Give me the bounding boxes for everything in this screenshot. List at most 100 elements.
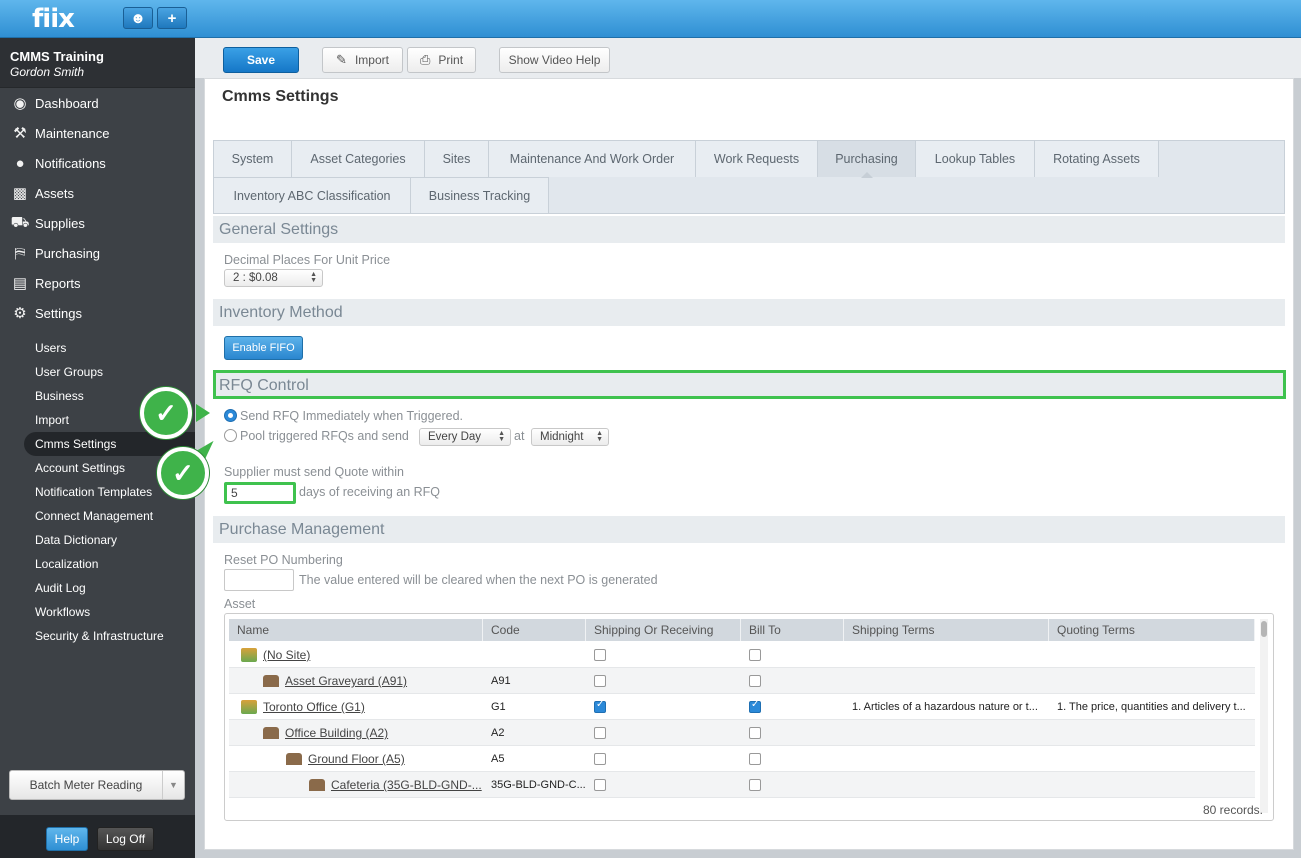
at-label: at xyxy=(514,429,525,443)
nav-reports[interactable]: ▤ Reports xyxy=(0,268,195,298)
row-name[interactable]: Asset Graveyard (A91) xyxy=(285,674,407,688)
shipping-checkbox[interactable] xyxy=(594,699,606,713)
app-logo[interactable]: fiix xyxy=(32,4,75,34)
col-code[interactable]: Code xyxy=(483,619,586,641)
tab-inventory-abc-classification[interactable]: Inventory ABC Classification xyxy=(214,177,411,213)
truck-icon: ⛟ xyxy=(10,213,30,231)
bill-to-checkbox[interactable] xyxy=(749,649,761,661)
reset-po-input[interactable] xyxy=(224,569,294,591)
inventory-method-heading: Inventory Method xyxy=(213,299,1285,326)
nav-purchasing[interactable]: ⛿ Purchasing xyxy=(0,238,195,268)
bill-to-checkbox[interactable] xyxy=(749,675,761,687)
batch-meter-reading-button[interactable]: Batch Meter Reading ▼ xyxy=(9,770,185,800)
col-shipping-or-receiving[interactable]: Shipping Or Receiving xyxy=(586,619,741,641)
nav-maintenance[interactable]: ⚒ Maintenance xyxy=(0,118,195,148)
pool-rfq-radio[interactable] xyxy=(224,429,237,442)
col-shipping-terms[interactable]: Shipping Terms xyxy=(844,619,1049,641)
tab-system[interactable]: System xyxy=(214,141,292,177)
quote-days-input[interactable]: 5 xyxy=(224,482,296,504)
send-immediately-radio[interactable] xyxy=(224,409,237,422)
bill-to-checkbox[interactable] xyxy=(749,699,761,713)
tab-rotating-assets[interactable]: Rotating Assets xyxy=(1035,141,1159,177)
sub-item-audit-log[interactable]: Audit Log xyxy=(0,576,195,600)
shipping-checkbox[interactable] xyxy=(594,649,606,661)
nav-assets[interactable]: ▩ Assets xyxy=(0,178,195,208)
shipping-checkbox[interactable] xyxy=(594,779,606,791)
plus-icon[interactable]: + xyxy=(157,7,187,29)
sub-item-connect-management[interactable]: Connect Management xyxy=(0,504,195,528)
sub-item-workflows[interactable]: Workflows xyxy=(0,600,195,624)
row-shipping-terms xyxy=(844,746,1049,772)
shipping-checkbox[interactable] xyxy=(594,675,606,687)
tab-work-requests[interactable]: Work Requests xyxy=(696,141,818,177)
import-button[interactable]: ✎ Import xyxy=(322,47,403,73)
account-info: CMMS Training Gordon Smith xyxy=(0,38,195,88)
bill-to-checkbox[interactable] xyxy=(749,779,761,791)
table-row[interactable]: (No Site) xyxy=(229,642,1255,668)
row-shipping-terms xyxy=(844,668,1049,694)
print-button[interactable]: ⎙ Print xyxy=(407,47,476,73)
sub-item-data-dictionary[interactable]: Data Dictionary xyxy=(0,528,195,552)
sub-item-security[interactable]: Security & Infrastructure xyxy=(0,624,195,648)
table-row[interactable]: Toronto Office (G1) G1 1. Articles of a … xyxy=(229,694,1255,720)
nav-notifications[interactable]: ● Notifications xyxy=(0,148,195,178)
shipping-checkbox[interactable] xyxy=(594,753,606,765)
pointer-arrow xyxy=(196,404,210,422)
enable-fifo-button[interactable]: Enable FIFO xyxy=(224,336,303,360)
table-row[interactable]: Ground Floor (A5) A5 xyxy=(229,746,1255,772)
save-button[interactable]: Save xyxy=(223,47,299,73)
chevron-down-icon[interactable]: ▼ xyxy=(162,771,184,799)
grid-scrollbar[interactable] xyxy=(1260,619,1268,813)
row-quoting-terms xyxy=(1049,668,1255,694)
tab-maintenance-and-work-order[interactable]: Maintenance And Work Order xyxy=(489,141,696,177)
decimal-places-select[interactable]: 2 : $0.08 ▲ ▼ xyxy=(224,269,323,287)
row-name[interactable]: Office Building (A2) xyxy=(285,726,388,740)
nav-label: Dashboard xyxy=(35,95,99,111)
time-value: Midnight xyxy=(540,431,584,443)
org-name: CMMS Training xyxy=(10,49,104,64)
row-name[interactable]: Cafeteria (35G-BLD-GND-... xyxy=(331,778,482,792)
row-name[interactable]: (No Site) xyxy=(263,648,310,662)
col-name[interactable]: Name xyxy=(229,619,483,641)
frequency-select[interactable]: Every Day ▲ ▼ xyxy=(419,428,511,446)
row-name[interactable]: Toronto Office (G1) xyxy=(263,700,365,714)
sub-item-users[interactable]: Users xyxy=(0,336,195,360)
time-select[interactable]: Midnight ▲ ▼ xyxy=(531,428,609,446)
table-row[interactable]: Asset Graveyard (A91) A91 xyxy=(229,668,1255,694)
bill-to-checkbox[interactable] xyxy=(749,727,761,739)
col-bill-to[interactable]: Bill To xyxy=(741,619,844,641)
check-icon: ✓ xyxy=(157,447,209,499)
bill-to-checkbox[interactable] xyxy=(749,753,761,765)
tab-business-tracking[interactable]: Business Tracking xyxy=(411,177,549,213)
row-name[interactable]: Ground Floor (A5) xyxy=(308,752,405,766)
show-video-help-button[interactable]: Show Video Help xyxy=(499,47,610,73)
row-code: 35G-BLD-GND-C... xyxy=(491,779,586,791)
rfq-highlight-box xyxy=(213,370,1286,399)
user-icon[interactable]: ☻ xyxy=(123,7,153,29)
tab-sites[interactable]: Sites xyxy=(425,141,489,177)
toolbar: Save ✎ Import ⎙ Print Show Video Help xyxy=(195,38,1301,78)
site-icon xyxy=(241,700,257,714)
tab-lookup-tables[interactable]: Lookup Tables xyxy=(916,141,1035,177)
tab-asset-categories[interactable]: Asset Categories xyxy=(292,141,425,177)
decimal-places-label: Decimal Places For Unit Price xyxy=(224,253,391,267)
table-row[interactable]: Cafeteria (35G-BLD-GND-... 35G-BLD-GND-C… xyxy=(229,772,1255,798)
sub-item-user-groups[interactable]: User Groups xyxy=(0,360,195,384)
nav-label: Supplies xyxy=(35,215,85,231)
shipping-checkbox[interactable] xyxy=(594,727,606,739)
nav-supplies[interactable]: ⛟ Supplies xyxy=(0,208,195,238)
col-quoting-terms[interactable]: Quoting Terms xyxy=(1049,619,1255,641)
sub-item-localization[interactable]: Localization xyxy=(0,552,195,576)
scrollbar-thumb[interactable] xyxy=(1261,621,1267,637)
table-row[interactable]: Office Building (A2) A2 xyxy=(229,720,1255,746)
purchase-management-heading: Purchase Management xyxy=(213,516,1285,543)
tab-purchasing[interactable]: Purchasing xyxy=(818,141,916,178)
grid-header: Name Code Shipping Or Receiving Bill To … xyxy=(229,619,1255,641)
log-off-button[interactable]: Log Off xyxy=(97,827,154,851)
nav-dashboard[interactable]: ◉ Dashboard xyxy=(0,88,195,118)
nav-settings[interactable]: ⚙ Settings xyxy=(0,298,195,328)
help-button[interactable]: Help xyxy=(46,827,88,851)
nav-label: Notifications xyxy=(35,155,106,171)
user-name: Gordon Smith xyxy=(10,65,85,79)
check-icon: ✓ xyxy=(140,387,192,439)
